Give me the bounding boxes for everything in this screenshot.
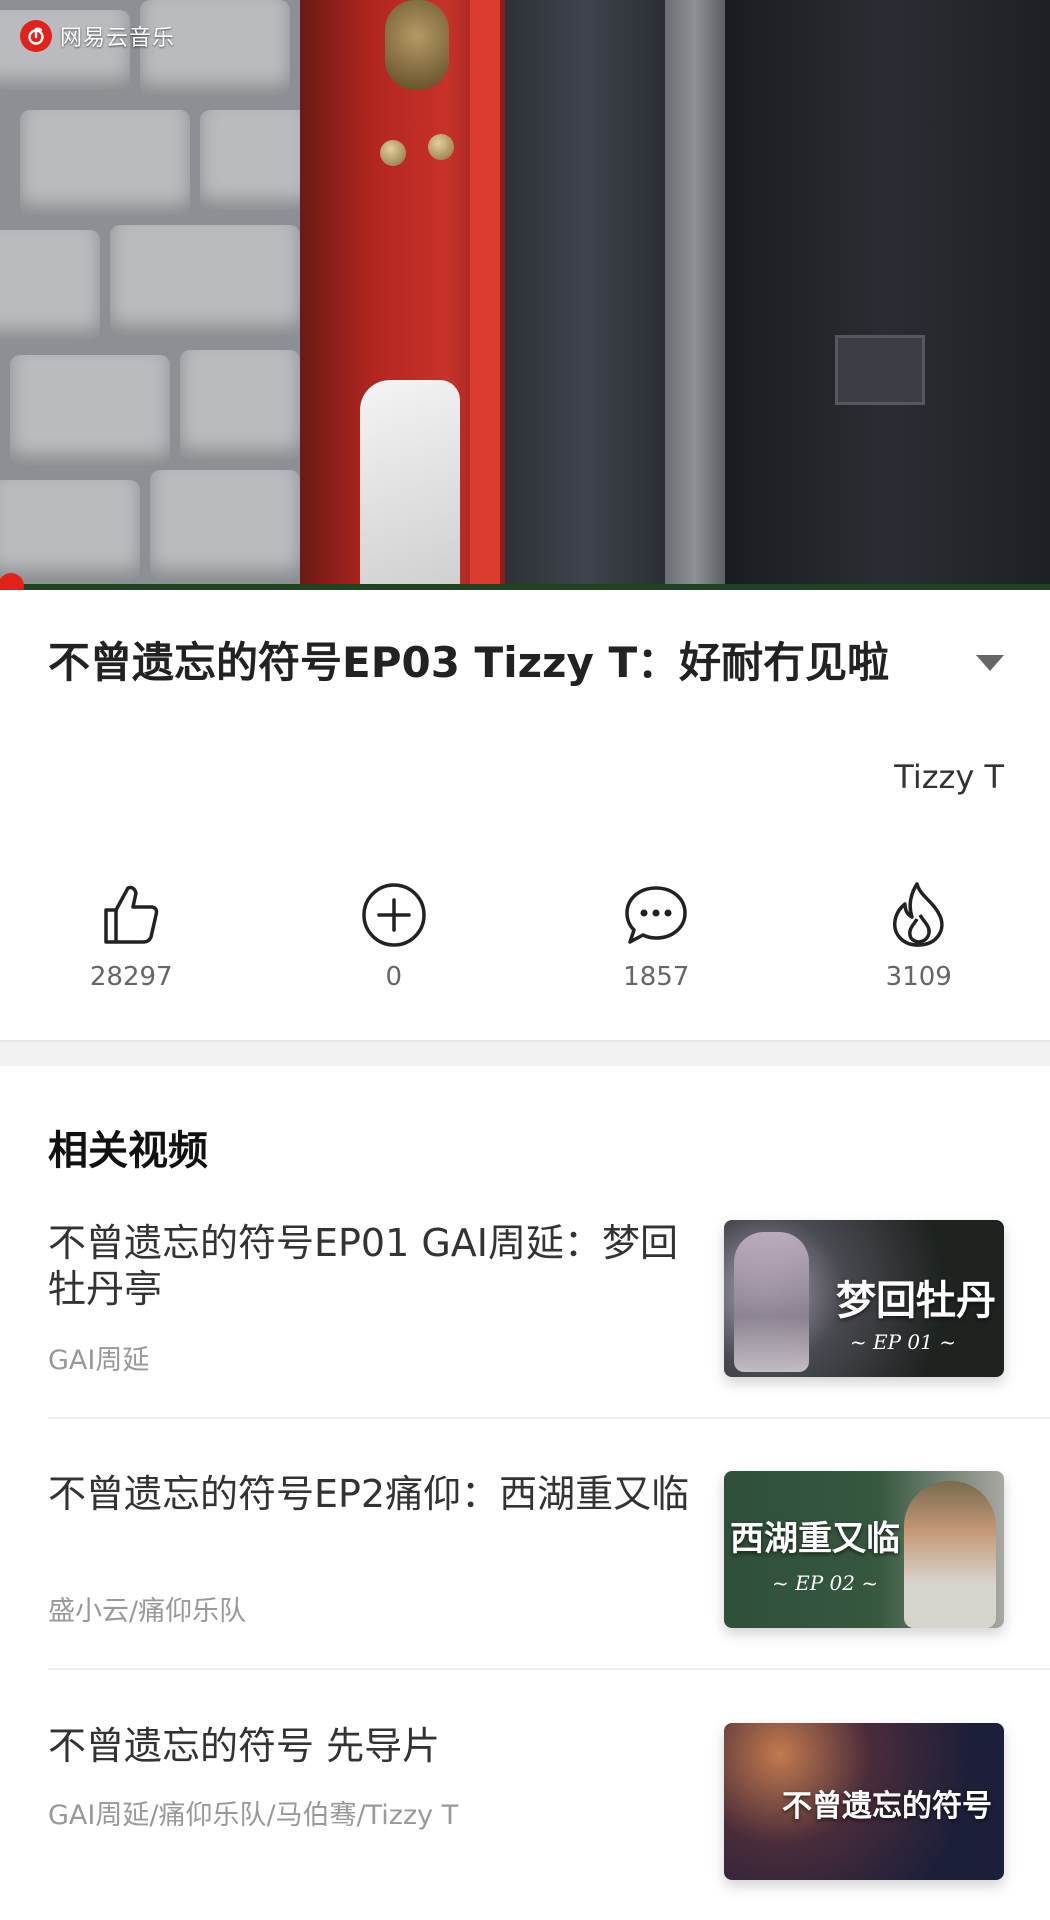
like-count: 28297 <box>89 962 173 992</box>
video-frame-wall <box>0 0 310 590</box>
share-button[interactable]: 3109 <box>788 880 1050 1005</box>
related-videos-heading: 相关视频 <box>48 1128 208 1174</box>
plus-circle-icon <box>362 883 426 947</box>
thumbnail-caption: 西湖重又临 <box>730 1519 900 1559</box>
video-title: 不曾遗忘的符号EP03 Tizzy T：好耐冇见啦 <box>48 638 890 687</box>
related-video-thumbnail: 西湖重又临 ~ EP 02 ~ <box>724 1471 1004 1628</box>
netease-logo-icon <box>20 20 52 52</box>
related-video-title: 不曾遗忘的符号EP01 GAI周延：梦回牡丹亭 <box>48 1221 679 1311</box>
thumbnail-episode: ~ EP 01 ~ <box>849 1330 956 1354</box>
video-player[interactable]: 网易云音乐 <box>0 0 1050 590</box>
comment-count: 1857 <box>623 962 690 992</box>
thumbs-up-icon <box>104 885 159 944</box>
thumbnail-caption: 不曾遗忘的符号 <box>782 1789 992 1824</box>
related-video-item[interactable]: 不曾遗忘的符号EP2痛仰：西湖重又临 盛小云/痛仰乐队 西湖重又临 ~ EP 0… <box>48 1471 1050 1721</box>
related-video-artists: GAI周延 <box>48 1345 150 1376</box>
like-button[interactable]: 28297 <box>0 880 263 1005</box>
progress-bar[interactable] <box>0 573 1050 590</box>
expand-description-icon[interactable] <box>976 655 1004 671</box>
add-count: 0 <box>385 962 403 992</box>
related-video-thumbnail: 梦回牡丹 ~ EP 01 ~ <box>724 1220 1004 1377</box>
section-divider <box>0 1040 1050 1066</box>
related-video-title: 不曾遗忘的符号EP2痛仰：西湖重又临 <box>48 1472 690 1516</box>
related-video-artists: 盛小云/痛仰乐队 <box>48 1596 247 1627</box>
related-video-artists: GAI周延/痛仰乐队/马伯骞/Tizzy T <box>48 1800 459 1831</box>
flame-icon <box>892 882 944 947</box>
comment-bubble-icon <box>625 886 687 944</box>
thumbnail-episode: ~ EP 02 ~ <box>772 1571 879 1595</box>
netease-music-watermark: 网易云音乐 <box>20 20 175 52</box>
related-video-item[interactable]: 不曾遗忘的符号 先导片 GAI周延/痛仰乐队/马伯骞/Tizzy T 不曾遗忘的… <box>48 1723 1050 1920</box>
logo-text: 网易云音乐 <box>60 26 176 51</box>
related-video-item[interactable]: 不曾遗忘的符号EP01 GAI周延：梦回牡丹亭 GAI周延 梦回牡丹 ~ EP … <box>48 1220 1050 1470</box>
action-bar: 28297 0 1857 3109 <box>0 880 1050 1005</box>
add-to-collection-button[interactable]: 0 <box>263 880 526 1005</box>
related-video-title: 不曾遗忘的符号 先导片 <box>48 1724 441 1768</box>
comment-button[interactable]: 1857 <box>525 880 788 1005</box>
video-artist[interactable]: Tizzy T <box>894 758 1004 796</box>
thumbnail-caption: 梦回牡丹 <box>836 1277 996 1324</box>
share-count: 3109 <box>885 962 952 992</box>
related-video-thumbnail: 不曾遗忘的符号 <box>724 1723 1004 1880</box>
